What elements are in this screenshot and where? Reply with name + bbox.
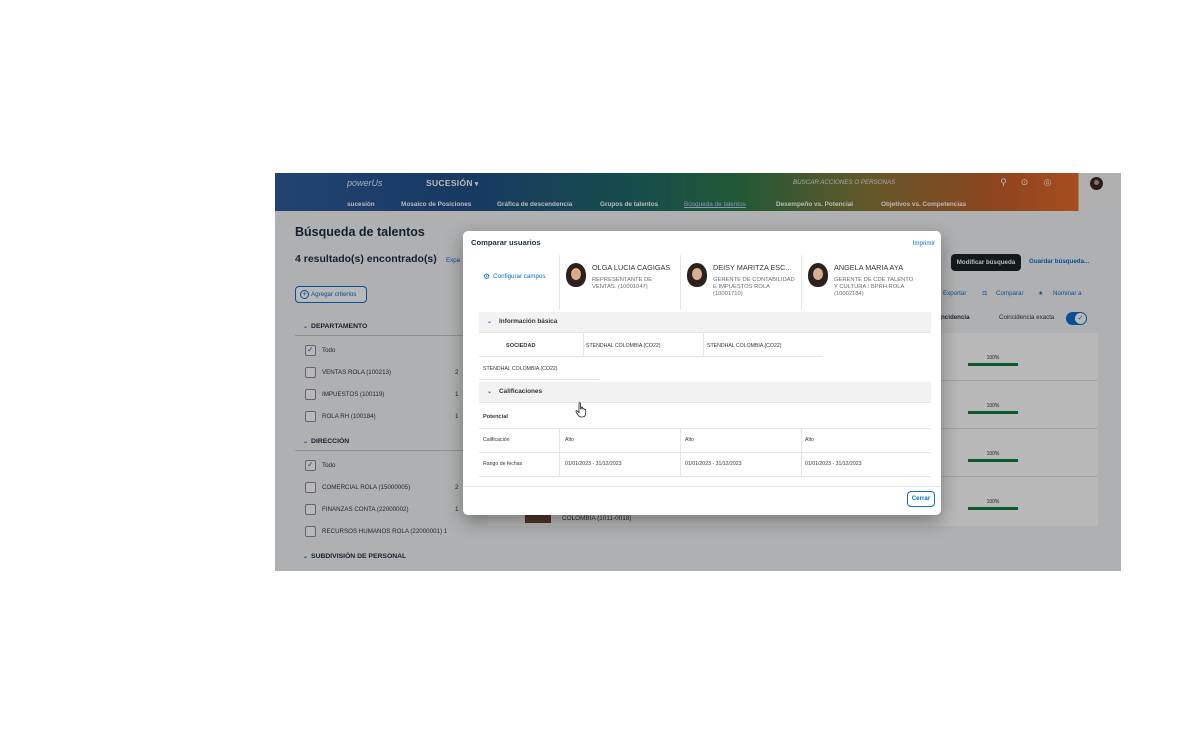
section-ratings[interactable]: ⌄ Calificaciones <box>479 382 931 403</box>
field-label: SOCIEDAD <box>506 343 536 349</box>
date-range-value: 01/01/2023 - 31/12/2023 <box>805 461 862 467</box>
divider <box>479 356 823 357</box>
avatar <box>687 263 707 287</box>
field-value: STENDHAL COLOMBIA (CO22) <box>707 343 782 349</box>
compare-person-card: DEISY MARITZA ESC... GERENTE DE CONTABIL… <box>680 255 800 310</box>
chevron-down-icon: ⌄ <box>487 389 493 395</box>
field-value: STENDHAL COLOMBIA (CO22) <box>586 343 661 349</box>
compare-users-dialog: Comparar usuarios Imprimir ⚙ Configurar c… <box>463 231 941 515</box>
person-role: GERENTE DE CONTABILIDAD E IMPUESTOS ROLA… <box>713 277 795 297</box>
section-title: Calificaciones <box>499 388 543 395</box>
person-name[interactable]: DEISY MARITZA ESC... <box>713 263 792 272</box>
compare-person-card: OLGA LUCIA CAGIGAS REPRESENTANTE DE VENT… <box>559 255 679 310</box>
divider <box>559 428 560 476</box>
divider <box>583 333 584 356</box>
rating-value: Alto <box>805 437 814 443</box>
divider <box>479 476 931 477</box>
divider <box>479 379 599 380</box>
person-name[interactable]: OLGA LUCIA CAGIGAS <box>592 263 670 272</box>
avatar <box>808 263 828 287</box>
print-button[interactable]: Imprimir <box>913 240 935 247</box>
configure-fields-button[interactable]: ⚙ Configurar campos <box>483 272 545 281</box>
rating-value: Alto <box>685 437 694 443</box>
section-basic-info[interactable]: ⌄ Información básica <box>479 312 931 333</box>
chevron-down-icon: ⌄ <box>487 319 493 325</box>
row-label: Calificación <box>483 437 510 443</box>
date-range-value: 01/01/2023 - 31/12/2023 <box>565 461 622 467</box>
group-label: Potencial <box>483 414 508 420</box>
divider <box>680 428 681 476</box>
rating-value: Alto <box>565 437 574 443</box>
divider <box>703 333 704 356</box>
row-label: Rango de fechas <box>483 461 523 467</box>
hand-cursor-icon <box>575 402 587 418</box>
close-button[interactable]: Cerrar <box>907 491 935 507</box>
dialog-title: Comparar usuarios <box>471 238 541 247</box>
section-title: Información básica <box>499 318 558 325</box>
divider <box>479 452 931 453</box>
configure-fields-label: Configurar campos <box>493 273 546 280</box>
compare-person-card: ANGELA MARIA AYA GERENTE DE CDE TALENTO … <box>801 255 921 310</box>
date-range-value: 01/01/2023 - 31/12/2023 <box>685 461 742 467</box>
person-role: GERENTE DE CDE TALENTO Y CULTURA / BPRH … <box>834 277 914 297</box>
person-name[interactable]: ANGELA MARIA AYA <box>834 263 903 272</box>
person-role: REPRESENTANTE DE VENTAS. (10001047) <box>592 277 653 290</box>
gear-icon: ⚙ <box>483 272 491 281</box>
field-value: STENDHAL COLOMBIA (CO22) <box>483 366 558 372</box>
divider <box>801 428 802 476</box>
divider <box>479 428 931 429</box>
app-window: powerUs SUCESIÓN ▾ BUSCAR ACCIONES O PERS… <box>275 173 1121 571</box>
avatar <box>566 263 586 287</box>
dialog-footer-divider <box>463 486 941 487</box>
